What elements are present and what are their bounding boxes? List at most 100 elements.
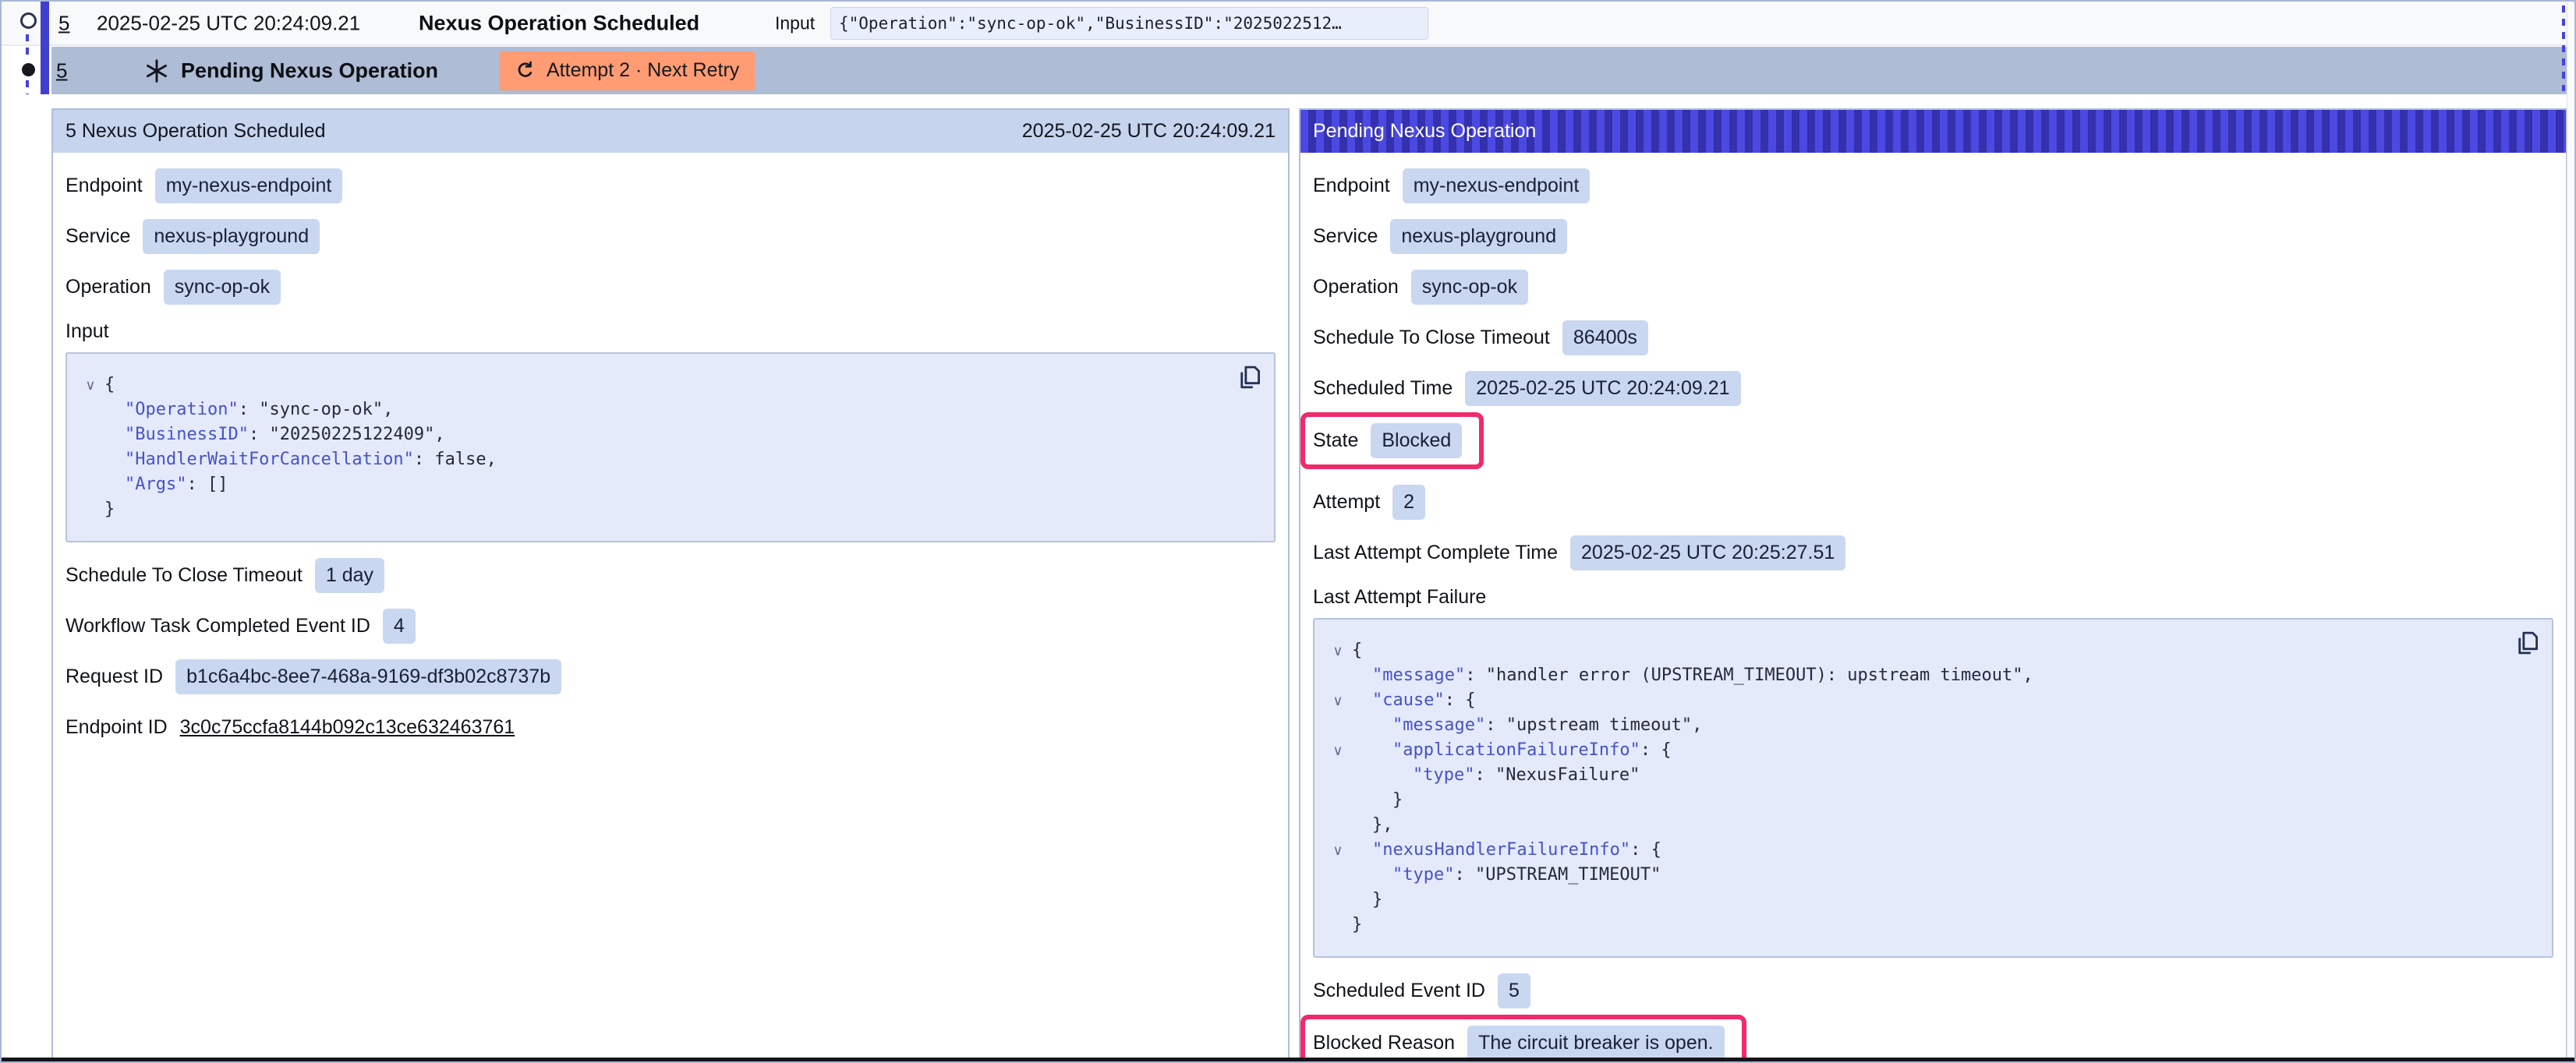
field-attempt: Attempt2 (1313, 485, 2553, 520)
field-label: Service (65, 225, 130, 248)
field-label: Operation (65, 276, 151, 298)
field-label: Scheduled Time (1313, 377, 1453, 400)
attempt-retry-label: Attempt 2 · Next Retry (547, 59, 739, 82)
field-value-chip: 4 (383, 609, 416, 644)
field-workflow-task-completed-event-id: Workflow Task Completed Event ID4 (65, 609, 1276, 644)
event-input-label: Input (775, 12, 815, 34)
event-row-nexus-operation-scheduled[interactable]: 5 2025-02-25 UTC 20:24:09.21 Nexus Opera… (2, 2, 2567, 46)
code-line: } (1324, 788, 2505, 813)
field-scheduled-event-id: Scheduled Event ID5 (1313, 973, 2553, 1008)
field-operation: Operationsync-op-ok (1313, 270, 2553, 305)
field-value-chip: 5 (1498, 973, 1530, 1008)
field-last-attempt-complete-time: Last Attempt Complete Time2025-02-25 UTC… (1313, 535, 2553, 570)
code-line: "message": "handler error (UPSTREAM_TIME… (1324, 663, 2505, 688)
code-line: ∨{ (76, 373, 1227, 397)
event-timestamp: 2025-02-25 UTC 20:24:09.21 (97, 11, 360, 35)
code-gutter (76, 422, 104, 447)
event-detail-header-timestamp: 2025-02-25 UTC 20:24:09.21 (1022, 120, 1276, 143)
field-value-chip: 1 day (315, 558, 384, 593)
field-value-chip: sync-op-ok (164, 270, 281, 305)
code-line: }, (1324, 813, 2505, 838)
collapse-chevron-icon[interactable]: ∨ (76, 373, 104, 397)
field-value-chip: nexus-playground (1390, 219, 1567, 254)
event-detail-header-title: 5 Nexus Operation Scheduled (65, 120, 326, 143)
code-line: "Operation": "sync-op-ok", (76, 397, 1227, 422)
collapse-chevron-icon[interactable]: ∨ (1324, 738, 1352, 763)
input-json-viewer: ∨{"Operation": "sync-op-ok","BusinessID"… (65, 352, 1276, 542)
field-value-chip: b1c6a4bc-8ee7-468a-9169-df3b02c8737b (175, 659, 561, 694)
right-fields-top: Endpoint my-nexus-endpoint Service nexus-pl… (1313, 168, 2553, 570)
collapse-chevron-icon[interactable]: ∨ (1324, 688, 1352, 713)
field-value-chip: Blocked (1371, 423, 1462, 458)
annotation-highlight-box: Blocked ReasonThe circuit breaker is ope… (1300, 1015, 1746, 1063)
copy-icon[interactable] (1237, 363, 1263, 391)
field-endpoint: Endpoint my-nexus-endpoint (65, 168, 1276, 203)
field-label: Request ID (65, 666, 163, 688)
field-value-chip: my-nexus-endpoint (1403, 168, 1591, 203)
attempt-retry-badge: Attempt 2 · Next Retry (499, 51, 755, 90)
pending-operation-header-title: Pending Nexus Operation (1313, 120, 1536, 143)
pending-operation-header: Pending Nexus Operation (1300, 110, 2566, 153)
field-blocked-reason: Blocked ReasonThe circuit breaker is ope… (1313, 1021, 1725, 1063)
event-detail-header: 5 Nexus Operation Scheduled 2025-02-25 U… (53, 110, 1288, 153)
field-label: Endpoint (65, 175, 143, 197)
timeline-event-circle-icon (20, 12, 37, 29)
pending-operation-row[interactable]: 5 Pending Nexus Operation Attempt 2 · Ne… (51, 47, 2567, 94)
field-request-id: Request ID b1c6a4bc-8ee7-468a-9169-df3b02… (65, 659, 1276, 694)
left-fields-bottom: Schedule To Close Timeout1 dayWorkflow T… (65, 558, 1276, 745)
code-gutter (1324, 713, 1352, 738)
collapse-chevron-icon[interactable]: ∨ (1324, 838, 1352, 863)
code-gutter (76, 472, 104, 497)
field-operation: Operation sync-op-ok (65, 270, 1276, 305)
event-id-link[interactable]: 5 (58, 11, 69, 35)
field-value-chip: The circuit breaker is open. (1467, 1026, 1725, 1061)
code-gutter (76, 497, 104, 522)
timeline-dashed-connector (26, 80, 29, 94)
code-gutter (1324, 913, 1352, 938)
input-code-lines: ∨{"Operation": "sync-op-ok","BusinessID"… (76, 373, 1227, 522)
code-gutter (76, 447, 104, 472)
field-value-chip: 86400s (1562, 320, 1648, 355)
code-gutter (1324, 888, 1352, 913)
code-line: } (1324, 888, 2505, 913)
vertical-scrollbar[interactable] (2567, 2, 2574, 1061)
code-line: "type": "UPSTREAM_TIMEOUT" (1324, 863, 2505, 888)
pending-operation-title: Pending Nexus Operation (181, 58, 438, 83)
field-label: Service (1313, 225, 1378, 248)
annotation-highlight-box: State Blocked (1300, 412, 1484, 469)
field-label: Operation (1313, 276, 1399, 298)
right-timeline-dashed-connector (2562, 5, 2565, 91)
left-fields-top: Endpoint my-nexus-endpoint Service nexus-pl… (65, 168, 1276, 305)
code-line: ∨"cause": { (1324, 688, 2505, 713)
field-scheduled-time: Scheduled Time 2025-02-25 UTC 20:24:09.21 (1313, 371, 2553, 406)
field-value-chip: 2 (1392, 485, 1425, 520)
failure-code-lines: ∨{"message": "handler error (UPSTREAM_TI… (1324, 638, 2505, 938)
field-value-chip: nexus-playground (143, 219, 320, 254)
selected-event-accent-bar (41, 2, 49, 94)
collapse-chevron-icon[interactable]: ∨ (1324, 638, 1352, 663)
window-bottom-edge (2, 1058, 2574, 1061)
code-line: ∨"nexusHandlerFailureInfo": { (1324, 838, 2505, 863)
code-gutter (76, 397, 104, 422)
code-gutter (1324, 788, 1352, 813)
code-line: "BusinessID": "20250225122409", (76, 422, 1227, 447)
event-title: Nexus Operation Scheduled (419, 11, 699, 35)
code-line: ∨"applicationFailureInfo": { (1324, 738, 2505, 763)
field-value-chip: 2025-02-25 UTC 20:24:09.21 (1465, 371, 1740, 406)
field-label: State (1313, 429, 1358, 452)
code-gutter (1324, 663, 1352, 688)
field-value-link[interactable]: 3c0c75ccfa8144b092c13ce632463761 (180, 710, 515, 745)
field-label: Endpoint ID (65, 716, 168, 739)
field-label: Endpoint (1313, 175, 1390, 197)
right-fields-bottom: Scheduled Event ID5 Blocked ReasonThe cir… (1313, 973, 2553, 1063)
timeline-dashed-connector (26, 34, 29, 61)
event-input-preview-chip[interactable]: {"Operation":"sync-op-ok","BusinessID":"… (830, 7, 1428, 40)
code-line: "message": "upstream timeout", (1324, 713, 2505, 738)
pending-event-id-link[interactable]: 5 (56, 58, 67, 83)
failure-json-viewer: ∨{"message": "handler error (UPSTREAM_TI… (1313, 618, 2553, 958)
copy-icon[interactable] (2514, 629, 2541, 657)
last-attempt-failure-label: Last Attempt Failure (1313, 586, 2553, 609)
field-value-chip: my-nexus-endpoint (155, 168, 343, 203)
code-gutter (1324, 813, 1352, 838)
field-label: Last Attempt Complete Time (1313, 542, 1558, 564)
